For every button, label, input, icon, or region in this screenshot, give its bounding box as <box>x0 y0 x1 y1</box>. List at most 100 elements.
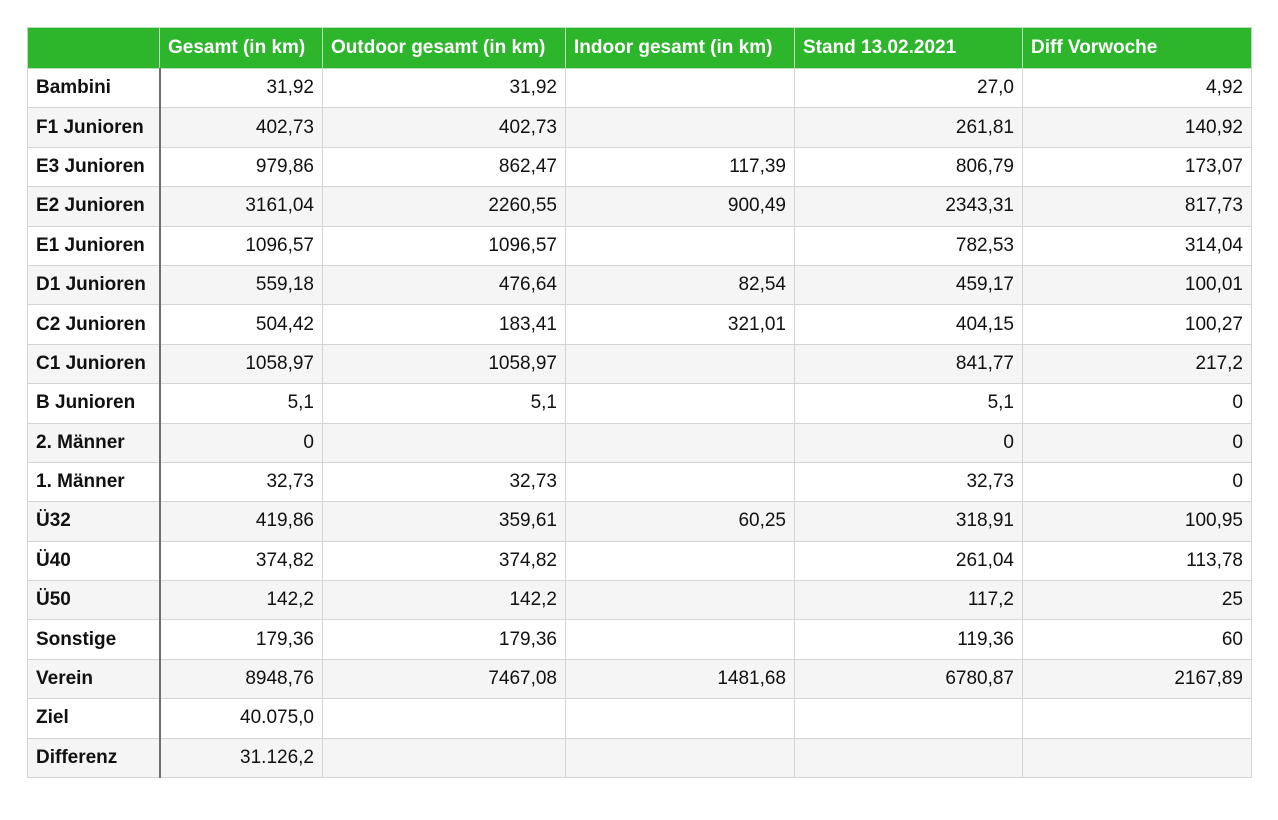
cell-outdoor[interactable]: 1058,97 <box>322 343 566 385</box>
cell-gesamt[interactable]: 1058,97 <box>159 343 323 385</box>
cell-team[interactable]: Bambini <box>27 67 161 109</box>
cell-indoor[interactable]: 321,01 <box>565 304 795 345</box>
cell-team[interactable]: Ü40 <box>27 540 161 582</box>
cell-team[interactable]: Ü50 <box>27 580 161 621</box>
cell-team[interactable]: C1 Junioren <box>27 343 161 385</box>
cell-indoor[interactable] <box>565 619 795 660</box>
cell-gesamt[interactable]: 979,86 <box>159 146 323 188</box>
cell-team[interactable]: 1. Männer <box>27 461 161 503</box>
cell-outdoor[interactable]: 862,47 <box>322 146 566 188</box>
cell-outdoor[interactable] <box>322 737 566 779</box>
cell-diff[interactable]: 217,2 <box>1022 343 1252 385</box>
cell-stand[interactable]: 261,04 <box>794 540 1023 582</box>
cell-diff[interactable] <box>1022 698 1252 739</box>
cell-indoor[interactable] <box>565 580 795 621</box>
cell-diff[interactable]: 314,04 <box>1022 225 1252 266</box>
cell-indoor[interactable] <box>565 461 795 503</box>
cell-stand[interactable]: 32,73 <box>794 461 1023 503</box>
cell-diff[interactable]: 140,92 <box>1022 107 1252 148</box>
cell-gesamt[interactable]: 504,42 <box>159 304 323 345</box>
cell-indoor[interactable]: 60,25 <box>565 501 795 542</box>
cell-outdoor[interactable]: 402,73 <box>322 107 566 148</box>
cell-indoor[interactable] <box>565 737 795 779</box>
cell-outdoor[interactable] <box>322 698 566 739</box>
cell-stand[interactable] <box>794 698 1023 739</box>
cell-team[interactable]: Ziel <box>27 698 161 739</box>
cell-gesamt[interactable]: 142,2 <box>159 580 323 621</box>
cell-stand[interactable]: 117,2 <box>794 580 1023 621</box>
cell-outdoor[interactable]: 31,92 <box>322 67 566 109</box>
cell-gesamt[interactable]: 1096,57 <box>159 225 323 266</box>
cell-team[interactable]: 2. Männer <box>27 422 161 463</box>
cell-stand[interactable]: 404,15 <box>794 304 1023 345</box>
cell-team[interactable]: C2 Junioren <box>27 304 161 345</box>
cell-stand[interactable]: 2343,31 <box>794 186 1023 227</box>
cell-stand[interactable]: 806,79 <box>794 146 1023 188</box>
cell-outdoor[interactable]: 183,41 <box>322 304 566 345</box>
cell-outdoor[interactable]: 1096,57 <box>322 225 566 266</box>
cell-stand[interactable]: 459,17 <box>794 264 1023 306</box>
cell-team[interactable]: F1 Junioren <box>27 107 161 148</box>
cell-team[interactable]: E2 Junioren <box>27 186 161 227</box>
cell-outdoor[interactable] <box>322 422 566 463</box>
cell-stand[interactable]: 782,53 <box>794 225 1023 266</box>
cell-diff[interactable]: 0 <box>1022 461 1252 503</box>
cell-outdoor[interactable]: 359,61 <box>322 501 566 542</box>
cell-outdoor[interactable]: 32,73 <box>322 461 566 503</box>
cell-team[interactable]: D1 Junioren <box>27 264 161 306</box>
cell-diff[interactable]: 100,95 <box>1022 501 1252 542</box>
cell-gesamt[interactable]: 374,82 <box>159 540 323 582</box>
cell-team[interactable]: Verein <box>27 658 161 700</box>
cell-indoor[interactable] <box>565 343 795 385</box>
cell-team[interactable]: E3 Junioren <box>27 146 161 188</box>
cell-diff[interactable]: 4,92 <box>1022 67 1252 109</box>
cell-diff[interactable]: 113,78 <box>1022 540 1252 582</box>
cell-gesamt[interactable]: 31,92 <box>159 67 323 109</box>
cell-diff[interactable]: 817,73 <box>1022 186 1252 227</box>
cell-gesamt[interactable]: 179,36 <box>159 619 323 660</box>
cell-diff[interactable]: 2167,89 <box>1022 658 1252 700</box>
cell-stand[interactable]: 0 <box>794 422 1023 463</box>
cell-stand[interactable]: 5,1 <box>794 383 1023 424</box>
cell-outdoor[interactable]: 2260,55 <box>322 186 566 227</box>
cell-indoor[interactable] <box>565 225 795 266</box>
cell-stand[interactable]: 841,77 <box>794 343 1023 385</box>
cell-gesamt[interactable]: 559,18 <box>159 264 323 306</box>
cell-indoor[interactable]: 82,54 <box>565 264 795 306</box>
cell-gesamt[interactable]: 0 <box>159 422 323 463</box>
cell-stand[interactable]: 119,36 <box>794 619 1023 660</box>
cell-gesamt[interactable]: 31.126,2 <box>159 737 323 779</box>
cell-diff[interactable]: 60 <box>1022 619 1252 660</box>
cell-team[interactable]: E1 Junioren <box>27 225 161 266</box>
cell-stand[interactable]: 318,91 <box>794 501 1023 542</box>
cell-diff[interactable]: 100,01 <box>1022 264 1252 306</box>
cell-indoor[interactable] <box>565 107 795 148</box>
cell-outdoor[interactable]: 179,36 <box>322 619 566 660</box>
cell-indoor[interactable] <box>565 540 795 582</box>
cell-gesamt[interactable]: 3161,04 <box>159 186 323 227</box>
cell-indoor[interactable] <box>565 422 795 463</box>
cell-indoor[interactable]: 1481,68 <box>565 658 795 700</box>
cell-gesamt[interactable]: 402,73 <box>159 107 323 148</box>
cell-outdoor[interactable]: 7467,08 <box>322 658 566 700</box>
cell-stand[interactable]: 261,81 <box>794 107 1023 148</box>
cell-gesamt[interactable]: 32,73 <box>159 461 323 503</box>
cell-outdoor[interactable]: 142,2 <box>322 580 566 621</box>
cell-diff[interactable] <box>1022 737 1252 779</box>
cell-gesamt[interactable]: 419,86 <box>159 501 323 542</box>
cell-outdoor[interactable]: 374,82 <box>322 540 566 582</box>
cell-diff[interactable]: 173,07 <box>1022 146 1252 188</box>
cell-indoor[interactable]: 900,49 <box>565 186 795 227</box>
cell-indoor[interactable] <box>565 383 795 424</box>
cell-outdoor[interactable]: 5,1 <box>322 383 566 424</box>
cell-diff[interactable]: 25 <box>1022 580 1252 621</box>
cell-diff[interactable]: 0 <box>1022 383 1252 424</box>
cell-team[interactable]: Differenz <box>27 737 161 779</box>
cell-gesamt[interactable]: 5,1 <box>159 383 323 424</box>
cell-team[interactable]: Ü32 <box>27 501 161 542</box>
cell-outdoor[interactable]: 476,64 <box>322 264 566 306</box>
cell-indoor[interactable]: 117,39 <box>565 146 795 188</box>
cell-gesamt[interactable]: 40.075,0 <box>159 698 323 739</box>
cell-team[interactable]: Sonstige <box>27 619 161 660</box>
cell-stand[interactable]: 6780,87 <box>794 658 1023 700</box>
